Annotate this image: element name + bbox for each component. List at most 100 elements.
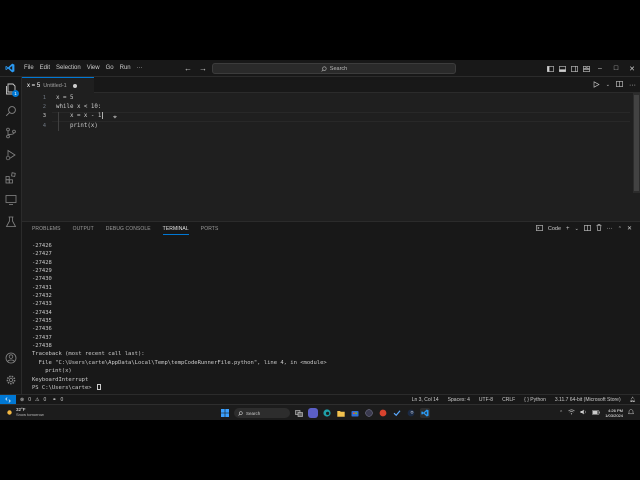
app-icon-steam[interactable]	[406, 408, 416, 418]
editor-tab-bar: x = 5 Untitled-1 ⌄ ···	[22, 77, 640, 93]
minimize-icon[interactable]: –	[592, 60, 608, 77]
code-lines[interactable]: x = 5 while x < 10: x = x - 1 print(x)	[56, 94, 103, 131]
run-code-icon[interactable]	[593, 80, 600, 90]
customize-layout-icon[interactable]	[580, 60, 592, 77]
error-count[interactable]: 0	[28, 397, 31, 403]
maximize-panel-chevron-icon[interactable]: ⌃	[618, 226, 622, 232]
volume-icon[interactable]	[580, 409, 587, 417]
terminal-line: -27437	[32, 334, 52, 341]
code-line[interactable]: while x < 10:	[56, 103, 103, 112]
line-number: 3	[42, 113, 46, 120]
split-terminal-icon[interactable]	[583, 224, 591, 233]
terminal-line: File "C:\Users\carte\AppData\Local\Temp\…	[32, 359, 327, 366]
warnings-icon[interactable]: ⚠	[35, 397, 39, 403]
toggle-secondary-sidebar-icon[interactable]	[568, 60, 580, 77]
tab-debug-console[interactable]: DEBUG CONSOLE	[106, 226, 151, 235]
new-terminal-plus-icon[interactable]: +	[566, 226, 570, 232]
terminal-prompt-line[interactable]: PS C:\Users\carte>	[32, 384, 327, 392]
ports-count[interactable]: 0	[60, 397, 63, 403]
terminal-profile-icon[interactable]	[535, 224, 543, 233]
code-editor[interactable]: 1 2 3 4 x = 5 while x < 10: x = x - 1 pr…	[22, 93, 640, 221]
cursor-position[interactable]: Ln 3, Col 14	[412, 397, 439, 403]
app-icon-check[interactable]	[392, 408, 402, 418]
toggle-sidebar-icon[interactable]	[544, 60, 556, 77]
menu-view[interactable]: View	[84, 60, 103, 77]
testing-icon[interactable]	[3, 214, 19, 230]
terminal-line: -27428	[32, 259, 52, 266]
ports-icon[interactable]: ⚭	[52, 397, 56, 403]
more-actions-icon[interactable]: ···	[629, 82, 636, 89]
menu-more[interactable]: ···	[134, 60, 146, 77]
menu-go[interactable]: Go	[103, 60, 117, 77]
vscode-logo-icon[interactable]	[2, 60, 18, 76]
tab-output[interactable]: OUTPUT	[73, 226, 94, 235]
terminal-line: -27436	[32, 326, 52, 333]
task-view-icon[interactable]	[294, 408, 304, 418]
encoding[interactable]: UTF-8	[479, 397, 493, 403]
app-icon-dark[interactable]	[364, 408, 374, 418]
more-actions-icon[interactable]: ···	[607, 226, 613, 232]
forward-arrow-icon[interactable]: →	[199, 64, 207, 73]
remote-explorer-icon[interactable]	[3, 192, 19, 208]
explorer-icon[interactable]: 1	[3, 81, 19, 97]
file-explorer-icon[interactable]	[336, 408, 346, 418]
search-view-icon[interactable]	[3, 103, 19, 119]
command-center-search[interactable]: Search	[212, 63, 456, 74]
chat-icon[interactable]	[308, 408, 318, 418]
taskbar-clock[interactable]: 4:26 PM 1/03/2024	[605, 408, 623, 418]
accounts-icon[interactable]	[3, 350, 19, 366]
taskbar-search[interactable]: Search	[234, 408, 290, 418]
language-mode[interactable]: { } Python	[524, 397, 546, 403]
editor-scrollbar-thumb[interactable]	[634, 95, 639, 191]
tab-ports[interactable]: PORTS	[201, 226, 219, 235]
windows-start-icon[interactable]	[220, 408, 230, 418]
warning-count[interactable]: 0	[43, 397, 46, 403]
tab-terminal[interactable]: TERMINAL	[162, 226, 189, 235]
battery-icon[interactable]	[592, 409, 601, 417]
kill-terminal-trash-icon[interactable]	[596, 224, 602, 233]
split-editor-icon[interactable]	[616, 81, 623, 89]
close-panel-icon[interactable]: ✕	[627, 225, 632, 232]
terminal-dropdown-chevron-icon[interactable]: ⌄	[575, 226, 579, 232]
extensions-icon[interactable]	[3, 170, 19, 186]
tray-chevron-up-icon[interactable]: ⌃	[559, 410, 563, 416]
terminal-output[interactable]: -27426 -27427 -27428 -27429 -27430 -2743…	[32, 242, 327, 392]
tab-problems[interactable]: PROBLEMS	[32, 226, 61, 235]
run-dropdown-chevron-icon[interactable]: ⌄	[606, 82, 610, 88]
title-bar: File Edit Selection View Go Run ··· ← → …	[0, 60, 640, 77]
store-icon[interactable]	[350, 408, 360, 418]
code-line[interactable]: print(x)	[56, 122, 103, 131]
terminal-line: -27430	[32, 276, 52, 283]
app-icon-red[interactable]	[378, 408, 388, 418]
notifications-bell-icon[interactable]: 🔔︎	[630, 397, 636, 403]
panel-actions: Code + ⌄ ··· ⌃ ✕	[535, 224, 632, 233]
menu-run[interactable]: Run	[117, 60, 134, 77]
editor-scrollbar[interactable]	[633, 93, 640, 193]
menu-file[interactable]: File	[21, 60, 37, 77]
toggle-panel-icon[interactable]	[556, 60, 568, 77]
tab-untitled-1[interactable]: x = 5 Untitled-1	[22, 77, 94, 93]
terminal-profile-label[interactable]: Code	[548, 226, 561, 232]
indentation[interactable]: Spaces: 4	[448, 397, 470, 403]
vscode-taskbar-icon[interactable]	[420, 408, 430, 418]
menu-edit[interactable]: Edit	[37, 60, 53, 77]
code-line[interactable]: x = 5	[56, 94, 103, 103]
unsaved-dot-icon[interactable]	[72, 83, 77, 88]
wifi-icon[interactable]	[568, 409, 575, 417]
manage-gear-icon[interactable]	[3, 372, 19, 388]
back-arrow-icon[interactable]: ←	[184, 64, 192, 73]
terminal-line: -27432	[32, 293, 52, 300]
code-line-active[interactable]: x = x - 1	[56, 112, 103, 121]
run-debug-icon[interactable]	[3, 147, 19, 163]
maximize-icon[interactable]: □	[608, 60, 624, 77]
weather-widget[interactable]: 32°F Snow tomorrow	[6, 407, 44, 417]
end-of-line[interactable]: CRLF	[502, 397, 515, 403]
close-icon[interactable]: ✕	[624, 60, 640, 77]
menu-selection[interactable]: Selection	[53, 60, 84, 77]
edge-browser-icon[interactable]	[322, 408, 332, 418]
errors-icon[interactable]: ⊗	[20, 397, 24, 403]
taskbar-search-label: Search	[246, 410, 261, 416]
source-control-icon[interactable]	[3, 125, 19, 141]
python-interpreter[interactable]: 3.11.7 64-bit (Microsoft Store)	[555, 397, 621, 403]
notification-center-icon[interactable]	[627, 409, 635, 417]
